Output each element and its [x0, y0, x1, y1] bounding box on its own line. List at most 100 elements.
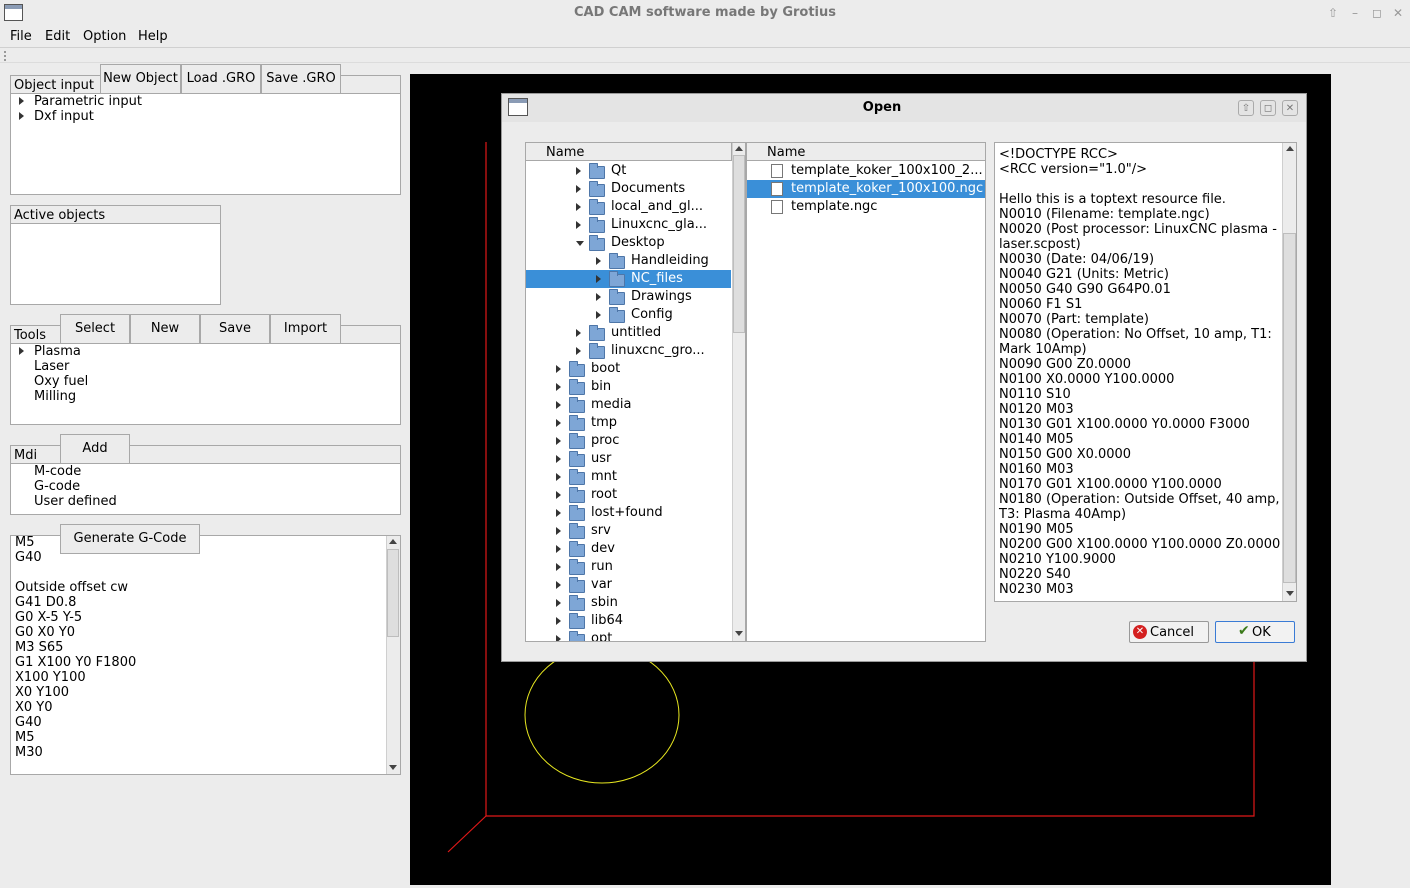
expand-arrow-icon[interactable] — [556, 599, 561, 607]
dialog-maximize-icon[interactable]: ◻ — [1260, 100, 1276, 116]
scroll-down-icon[interactable] — [735, 631, 743, 636]
scroll-thumb[interactable] — [733, 155, 745, 333]
gcode-text[interactable]: M5 G40 Outside offset cw G41 D0.8 G0 X-5 Y-… — [15, 535, 385, 760]
dir-row-srv[interactable]: srv — [526, 522, 731, 540]
active-objects-tab[interactable]: Active objects — [10, 205, 221, 224]
expand-arrow-icon[interactable] — [556, 563, 561, 571]
dir-row-mnt[interactable]: mnt — [526, 468, 731, 486]
select-button[interactable]: Select — [60, 314, 130, 344]
scroll-down-icon[interactable] — [1286, 591, 1294, 596]
expand-arrow-icon[interactable] — [576, 329, 581, 337]
tree-item-parametric-input[interactable]: Parametric input — [34, 94, 142, 109]
dir-row-run[interactable]: run — [526, 558, 731, 576]
dir-row-root[interactable]: root — [526, 486, 731, 504]
dir-row-tmp[interactable]: tmp — [526, 414, 731, 432]
expand-arrow-icon[interactable] — [556, 635, 561, 641]
tree-item-laser[interactable]: Laser — [34, 359, 69, 374]
dialog-close-icon[interactable]: ✕ — [1282, 100, 1298, 116]
add-button[interactable]: Add — [60, 434, 130, 464]
dir-row-bin[interactable]: bin — [526, 378, 731, 396]
directory-tree[interactable]: Name Qt Documents local_and_gl... Linuxcnc_… — [525, 142, 746, 642]
expand-arrow-icon[interactable] — [596, 275, 601, 283]
expand-arrow-icon[interactable] — [596, 293, 601, 301]
file-row[interactable]: template.ngc — [747, 198, 985, 216]
expand-arrow-icon[interactable] — [556, 509, 561, 517]
tree-item-g-code[interactable]: G-code — [34, 479, 80, 494]
dir-row-boot[interactable]: boot — [526, 360, 731, 378]
file-preview[interactable]: <!DOCTYPE RCC> <RCC version="1.0"/> Hello… — [994, 142, 1297, 602]
file-name-header[interactable]: Name — [747, 143, 985, 161]
tree-item-dxf-input[interactable]: Dxf input — [34, 109, 94, 124]
maximize-up-icon[interactable]: ⇧ — [1325, 5, 1341, 21]
dir-row-untitled[interactable]: untitled — [526, 324, 731, 342]
expand-arrow-icon[interactable] — [596, 257, 601, 265]
tree-item-user-defined[interactable]: User defined — [34, 494, 117, 509]
expand-arrow-icon[interactable] — [556, 365, 561, 373]
dir-row-drawings[interactable]: Drawings — [526, 288, 731, 306]
file-row[interactable]: template_koker_100x100.ngc — [747, 180, 985, 198]
dir-scrollbar[interactable] — [732, 143, 745, 641]
scroll-up-icon[interactable] — [735, 146, 743, 151]
dir-name-header[interactable]: Name — [526, 143, 732, 161]
expand-arrow-icon[interactable] — [556, 527, 561, 535]
dialog-up-icon[interactable]: ⇧ — [1238, 100, 1254, 116]
dir-row-opt[interactable]: opt — [526, 630, 731, 641]
dir-row-media[interactable]: media — [526, 396, 731, 414]
scroll-up-icon[interactable] — [389, 539, 397, 544]
dir-row-sbin[interactable]: sbin — [526, 594, 731, 612]
expand-arrow-icon[interactable] — [19, 97, 24, 105]
expand-arrow-icon[interactable] — [596, 311, 601, 319]
dir-row-lost-found[interactable]: lost+found — [526, 504, 731, 522]
dir-row-dev[interactable]: dev — [526, 540, 731, 558]
dir-row-documents[interactable]: Documents — [526, 180, 731, 198]
expand-arrow-icon[interactable] — [19, 347, 24, 355]
dir-row-local-and-gl-[interactable]: local_and_gl... — [526, 198, 731, 216]
tree-item-milling[interactable]: Milling — [34, 389, 76, 404]
expand-arrow-icon[interactable] — [576, 221, 581, 229]
toolbar-grip[interactable] — [4, 51, 8, 61]
expand-arrow-icon[interactable] — [556, 545, 561, 553]
expand-arrow-icon[interactable] — [556, 491, 561, 499]
load-gro-button[interactable]: Load .GRO — [181, 64, 261, 94]
dir-row-qt[interactable]: Qt — [526, 162, 731, 180]
import-button[interactable]: Import — [270, 314, 341, 344]
expand-arrow-icon[interactable] — [19, 112, 24, 120]
dir-row-proc[interactable]: proc — [526, 432, 731, 450]
expand-arrow-icon[interactable] — [556, 401, 561, 409]
expand-arrow-icon[interactable] — [556, 455, 561, 463]
menu-help[interactable]: Help — [138, 29, 168, 44]
collapse-arrow-icon[interactable] — [576, 241, 584, 246]
dir-row-handleiding[interactable]: Handleiding — [526, 252, 731, 270]
generate-gcode-button[interactable]: Generate G-Code — [60, 524, 200, 554]
file-row[interactable]: template_koker_100x100_2... — [747, 162, 985, 180]
preview-scrollbar[interactable] — [1282, 143, 1296, 601]
expand-arrow-icon[interactable] — [576, 167, 581, 175]
dir-row-desktop[interactable]: Desktop — [526, 234, 731, 252]
dir-row-var[interactable]: var — [526, 576, 731, 594]
dir-row-linuxcnc-gro-[interactable]: linuxcnc_gro... — [526, 342, 731, 360]
file-list[interactable]: Name template_koker_100x100_2... template… — [746, 142, 986, 642]
menu-file[interactable]: File — [10, 29, 32, 44]
expand-arrow-icon[interactable] — [556, 581, 561, 589]
new-tool-button[interactable]: New — [130, 314, 200, 344]
new-object-button[interactable]: New Object — [100, 64, 181, 94]
expand-arrow-icon[interactable] — [556, 617, 561, 625]
close-icon[interactable]: ✕ — [1390, 5, 1406, 21]
restore-icon[interactable]: ◻ — [1369, 5, 1385, 21]
expand-arrow-icon[interactable] — [576, 347, 581, 355]
scroll-up-icon[interactable] — [1286, 146, 1294, 151]
scroll-thumb[interactable] — [1283, 233, 1296, 583]
scroll-thumb[interactable] — [387, 549, 399, 637]
dir-row-usr[interactable]: usr — [526, 450, 731, 468]
menu-option[interactable]: Option — [83, 29, 126, 44]
tree-item-plasma[interactable]: Plasma — [34, 344, 81, 359]
dir-row-lib64[interactable]: lib64 — [526, 612, 731, 630]
dir-row-config[interactable]: Config — [526, 306, 731, 324]
dir-row-nc-files[interactable]: NC_files — [526, 270, 731, 288]
cancel-button[interactable]: ✕ Cancel — [1129, 621, 1209, 643]
save-gro-button[interactable]: Save .GRO — [261, 64, 341, 94]
expand-arrow-icon[interactable] — [556, 437, 561, 445]
tree-item-oxy-fuel[interactable]: Oxy fuel — [34, 374, 88, 389]
expand-arrow-icon[interactable] — [556, 419, 561, 427]
minimize-icon[interactable]: – — [1347, 5, 1363, 21]
